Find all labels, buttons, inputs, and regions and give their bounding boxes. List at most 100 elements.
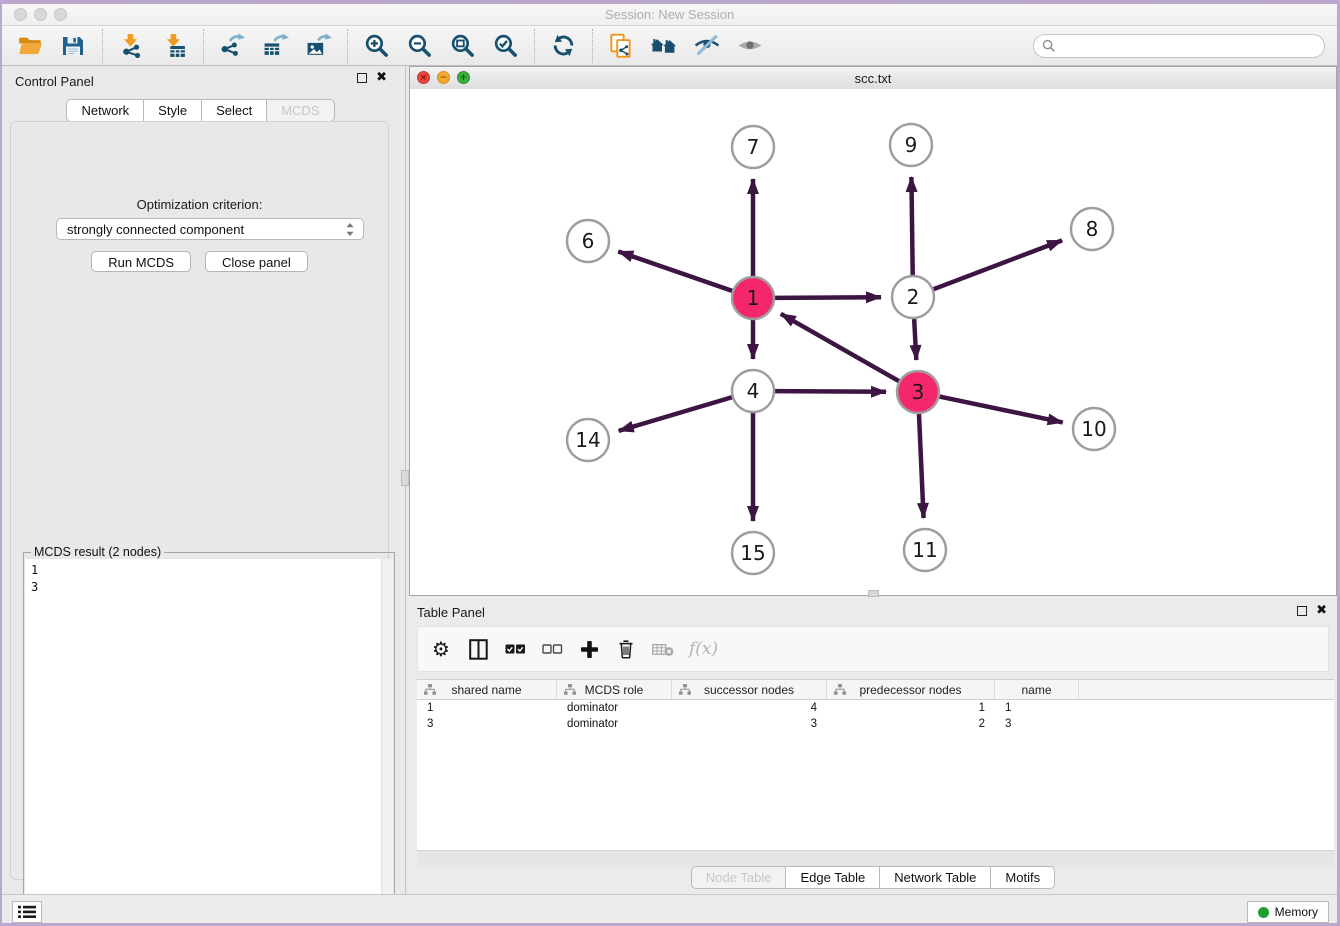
toolbar-separator — [534, 29, 536, 63]
graph-edge-3-11[interactable] — [919, 414, 924, 518]
optimization-criterion-label: Optimization criterion: — [11, 197, 388, 212]
float-table-panel-icon[interactable] — [1297, 606, 1307, 616]
horizontal-splitter-handle[interactable] — [868, 590, 879, 597]
table-row[interactable]: 3dominator323 — [417, 716, 1334, 732]
graph-node-11[interactable]: 11 — [904, 529, 946, 571]
mcds-panel: Optimization criterion: strongly connect… — [10, 121, 389, 880]
column-header-name[interactable]: name — [995, 680, 1079, 699]
graph-edge-2-9[interactable] — [911, 177, 912, 275]
delete-table-icon[interactable] — [652, 634, 674, 664]
export-table-icon[interactable] — [257, 29, 293, 63]
graph-edge-4-3[interactable] — [775, 391, 886, 392]
graph-node-14[interactable]: 14 — [567, 419, 609, 461]
show-all-icon[interactable] — [732, 29, 768, 63]
import-network-icon[interactable] — [113, 29, 149, 63]
import-table-icon[interactable] — [156, 29, 192, 63]
window-title: Session: New Session — [2, 7, 1337, 22]
close-panel-icon[interactable]: ✖ — [376, 73, 387, 83]
search-input[interactable] — [1033, 34, 1325, 58]
column-header-MCDS-role[interactable]: MCDS role — [557, 680, 672, 699]
network-canvas[interactable]: 7 9 6 8 1 2 4 3 14 10 15 11 — [410, 89, 1336, 595]
zoom-fit-icon[interactable] — [444, 29, 480, 63]
svg-text:2: 2 — [907, 285, 920, 309]
control-panel-title: Control Panel — [15, 74, 94, 89]
mcds-result-group: MCDS result (2 nodes) 1 3 — [23, 552, 395, 923]
table-toolbar: ⚙ — [417, 626, 1329, 672]
graph-edge-3-10[interactable] — [940, 397, 1063, 423]
tab-network-table[interactable]: Network Table — [880, 866, 991, 889]
save-session-icon[interactable] — [55, 29, 91, 63]
graph-edge-3-1[interactable] — [781, 314, 899, 381]
tab-network[interactable]: Network — [66, 99, 144, 122]
svg-text:14: 14 — [575, 428, 600, 452]
graph-edge-2-3[interactable] — [914, 319, 916, 360]
tab-select[interactable]: Select — [202, 99, 267, 122]
select-all-checkboxes-icon[interactable] — [504, 634, 526, 664]
close-panel-button[interactable]: Close panel — [205, 251, 308, 272]
function-builder-icon[interactable]: f(x) — [689, 634, 718, 664]
graph-edge-4-14[interactable] — [619, 397, 732, 431]
export-network-icon[interactable] — [214, 29, 250, 63]
show-hide-columns-icon[interactable] — [467, 634, 489, 664]
column-header-shared-name[interactable]: shared name — [417, 680, 557, 699]
window-titlebar: Session: New Session — [2, 4, 1337, 26]
vertical-splitter-handle[interactable] — [401, 470, 409, 486]
column-header-predecessor-nodes[interactable]: predecessor nodes — [827, 680, 995, 699]
open-session-icon[interactable] — [12, 29, 48, 63]
network-window-titlebar[interactable]: × − + scc.txt — [410, 67, 1336, 90]
graph-edge-1-6[interactable] — [618, 251, 732, 290]
new-network-from-selection-icon[interactable] — [603, 29, 639, 63]
tab-mcds[interactable]: MCDS — [267, 99, 334, 122]
table-mode-icon[interactable]: ⚙ — [430, 634, 452, 664]
create-column-icon[interactable] — [578, 634, 600, 664]
table-tabs: Node TableEdge TableNetwork TableMotifs — [409, 866, 1337, 889]
vertical-splitter[interactable] — [399, 66, 409, 894]
svg-text:9: 9 — [905, 133, 918, 157]
graph-node-7[interactable]: 7 — [732, 126, 774, 168]
zoom-selected-icon[interactable] — [487, 29, 523, 63]
close-table-panel-icon[interactable]: ✖ — [1316, 606, 1327, 616]
zoom-out-icon[interactable] — [401, 29, 437, 63]
graph-node-10[interactable]: 10 — [1073, 408, 1115, 450]
tab-node-table[interactable]: Node Table — [691, 866, 787, 889]
node-table-header: shared nameMCDS rolesuccessor nodesprede… — [417, 680, 1334, 700]
tab-edge-table[interactable]: Edge Table — [786, 866, 880, 889]
criterion-dropdown[interactable]: strongly connected component — [56, 218, 364, 240]
clear-all-checkboxes-icon[interactable] — [541, 634, 563, 664]
mcds-result-title: MCDS result (2 nodes) — [31, 545, 164, 559]
hide-selected-icon[interactable] — [689, 29, 725, 63]
graph-node-3[interactable]: 3 — [897, 371, 939, 413]
graph-node-1[interactable]: 1 — [732, 277, 774, 319]
column-header-successor-nodes[interactable]: successor nodes — [672, 680, 827, 699]
tab-motifs[interactable]: Motifs — [991, 866, 1055, 889]
graph-node-9[interactable]: 9 — [890, 124, 932, 166]
memory-button[interactable]: Memory — [1247, 901, 1329, 923]
task-history-button[interactable] — [12, 901, 42, 923]
graph-node-8[interactable]: 8 — [1071, 208, 1113, 250]
graph-node-15[interactable]: 15 — [732, 532, 774, 574]
result-scrollbar[interactable] — [381, 559, 393, 923]
graph-node-6[interactable]: 6 — [567, 220, 609, 262]
svg-text:10: 10 — [1081, 417, 1106, 441]
first-neighbors-icon[interactable] — [646, 29, 682, 63]
run-mcds-button[interactable]: Run MCDS — [91, 251, 191, 272]
float-panel-icon[interactable] — [357, 73, 367, 83]
mcds-result-text[interactable]: 1 3 — [25, 559, 382, 923]
network-view-window: × − + scc.txt 7 9 6 8 1 2 4 3 14 10 15 11 — [409, 66, 1337, 596]
table-scroll-strip[interactable] — [417, 850, 1334, 867]
export-image-icon[interactable] — [300, 29, 336, 63]
table-row[interactable]: 1dominator411 — [417, 700, 1334, 716]
svg-text:8: 8 — [1086, 217, 1099, 241]
memory-label: Memory — [1275, 905, 1318, 919]
graph-node-2[interactable]: 2 — [892, 276, 934, 318]
tab-style[interactable]: Style — [144, 99, 202, 122]
status-bar: Memory — [2, 894, 1337, 923]
delete-columns-icon[interactable] — [615, 634, 637, 664]
zoom-in-icon[interactable] — [358, 29, 394, 63]
graph-edge-1-2[interactable] — [775, 297, 881, 298]
refresh-view-icon[interactable] — [545, 29, 581, 63]
graph-node-4[interactable]: 4 — [732, 370, 774, 412]
graph-edge-2-8[interactable] — [934, 240, 1063, 289]
svg-text:11: 11 — [912, 538, 937, 562]
main-toolbar — [2, 26, 1337, 66]
